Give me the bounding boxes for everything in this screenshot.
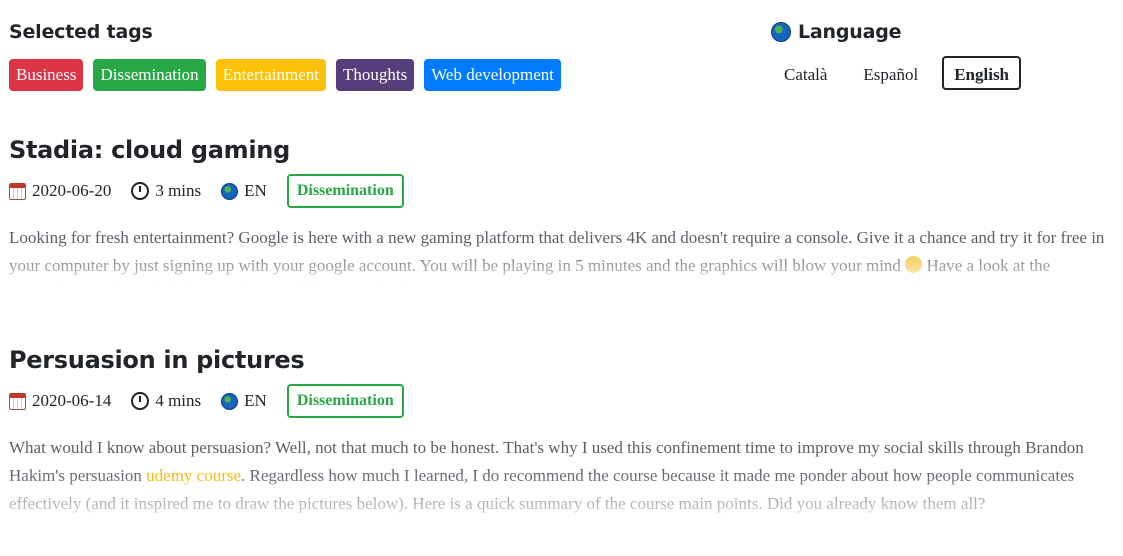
udemy-course-link[interactable]: udemy course: [146, 466, 241, 485]
post-excerpt: Looking for fresh entertainment? Google …: [9, 224, 1114, 288]
calendar-icon: [9, 182, 26, 200]
selected-tags-heading: Selected tags: [9, 21, 153, 43]
emoji-icon: [905, 256, 923, 273]
tag-thoughts[interactable]: Thoughts: [336, 59, 415, 91]
post-date-value: 2020-06-20: [32, 181, 112, 200]
post-read-time: 4 mins: [131, 391, 201, 411]
post-read-time: 3 mins: [131, 181, 201, 201]
language-option-espanol[interactable]: Español: [851, 56, 930, 90]
post-meta: 2020-06-20 3 mins EN Dissemination: [9, 174, 1114, 208]
tag-dissemination[interactable]: Dissemination: [93, 59, 206, 91]
language-option-english[interactable]: English: [942, 56, 1022, 90]
clock-icon: [131, 392, 150, 410]
language-heading-label: Language: [798, 21, 902, 43]
post-language-value: EN: [244, 391, 267, 410]
post-date: 2020-06-20: [9, 181, 111, 201]
globe-icon: [221, 182, 239, 200]
post-title[interactable]: Persuasion in pictures: [9, 346, 1114, 374]
tag-business[interactable]: Business: [9, 59, 84, 91]
globe-icon: [771, 22, 791, 42]
language-switcher: Català Español English: [772, 56, 1022, 90]
post-card: Stadia: cloud gaming 2020-06-20 3 mins E…: [9, 136, 1114, 288]
post-language: EN: [221, 391, 267, 411]
tag-list: Business Dissemination Entertainment Tho…: [9, 59, 562, 91]
clock-icon: [131, 182, 150, 200]
post-date: 2020-06-14: [9, 391, 111, 411]
post-language-value: EN: [244, 181, 267, 200]
post-tag-dissemination[interactable]: Dissemination: [286, 384, 404, 418]
post-card: Persuasion in pictures 2020-06-14 4 mins…: [9, 346, 1114, 526]
language-heading: Language: [771, 21, 901, 43]
globe-icon: [221, 392, 239, 410]
post-meta: 2020-06-14 4 mins EN Dissemination: [9, 384, 1114, 418]
post-title[interactable]: Stadia: cloud gaming: [9, 136, 1114, 164]
tag-entertainment[interactable]: Entertainment: [215, 59, 326, 91]
language-option-catala[interactable]: Català: [772, 56, 839, 90]
post-tag-dissemination[interactable]: Dissemination: [286, 174, 404, 208]
post-excerpt: What would I know about persuasion? Well…: [9, 434, 1114, 526]
post-date-value: 2020-06-14: [32, 391, 112, 410]
post-read-time-value: 4 mins: [155, 391, 202, 410]
post-read-time-value: 3 mins: [155, 181, 202, 200]
calendar-icon: [9, 392, 26, 410]
post-language: EN: [221, 181, 267, 201]
tag-web-development[interactable]: Web development: [424, 59, 562, 91]
